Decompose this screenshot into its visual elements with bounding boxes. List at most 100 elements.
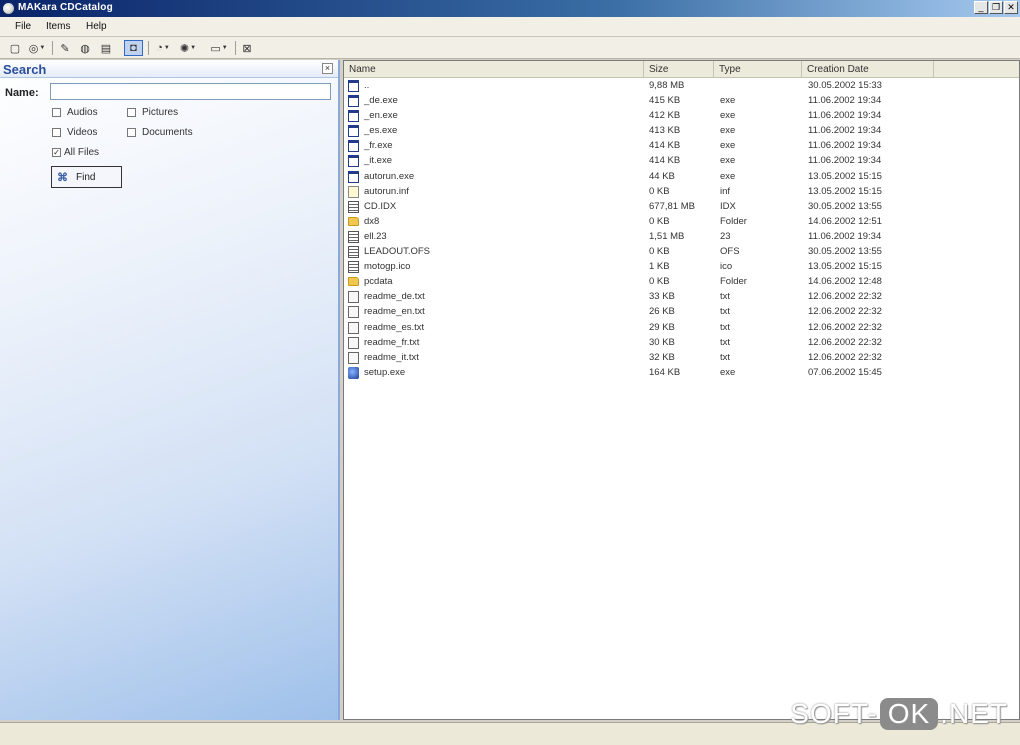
erase-icon[interactable]: ◍ — [78, 40, 92, 56]
name-search-input[interactable] — [50, 83, 331, 100]
file-rows: .. 9,88 MB 30.05.2002 15:33 _de.exe 415 KB ex… — [344, 78, 1019, 380]
cell-date: 12.06.2002 22:32 — [808, 306, 882, 318]
column-header-size[interactable]: Size — [644, 61, 714, 78]
table-row[interactable]: _en.exe 412 KB exe 11.06.2002 19:34 — [344, 108, 1019, 123]
minimize-button[interactable]: _ — [974, 1, 988, 14]
table-row[interactable]: dx8 0 KB Folder 14.06.2002 12:51 — [344, 214, 1019, 229]
table-row[interactable]: readme_fr.txt 30 KB txt 12.06.2002 22:32 — [344, 335, 1019, 350]
cell-type: exe — [720, 155, 736, 167]
new-catalog-icon[interactable]: ▢ — [8, 40, 22, 56]
cell-name: _de.exe — [364, 95, 398, 107]
exe-file-icon — [348, 140, 359, 153]
table-row[interactable]: ell.23 1,51 MB 23 11.06.2002 19:34 — [344, 229, 1019, 244]
cell-type: inf — [720, 185, 731, 197]
restore-button[interactable]: ❐ — [989, 1, 1003, 14]
table-row[interactable]: readme_de.txt 33 KB txt 12.06.2002 22:32 — [344, 289, 1019, 304]
inf-file-icon — [348, 185, 359, 198]
checkbox-all-files[interactable]: ✓ All Files — [52, 147, 99, 158]
column-header-name[interactable]: Name — [344, 61, 644, 78]
cell-size: 164 KB — [649, 366, 681, 378]
cell-size: 44 KB — [649, 170, 675, 182]
table-row[interactable]: _es.exe 413 KB exe 11.06.2002 19:34 — [344, 123, 1019, 138]
table-row[interactable]: _fr.exe 414 KB exe 11.06.2002 19:34 — [344, 138, 1019, 153]
cell-name: _fr.exe — [364, 140, 393, 152]
view-options-icon[interactable]: ◔ ▼ — [152, 40, 174, 56]
cell-type: exe — [720, 110, 736, 122]
watermark-left: SOFT- — [790, 698, 878, 729]
cell-size: 414 KB — [649, 140, 681, 152]
checkbox-documents-label: Documents — [142, 127, 193, 138]
cell-name: .. — [364, 80, 370, 91]
toolbar: ▢ ◎ ▼ ✎ ◍ ▤ ◘ ◔ ▼ ✺ ▼ ▭ ▼ ⊠ — [0, 37, 1020, 59]
checkbox-videos-label: Videos — [67, 127, 98, 138]
table-row[interactable]: .. 9,88 MB 30.05.2002 15:33 — [344, 78, 1019, 93]
cell-name: autorun.exe — [364, 170, 415, 182]
checkbox-videos[interactable]: Videos — [52, 127, 97, 138]
name-label: Name: — [5, 87, 39, 99]
close-search-pane-icon[interactable]: × — [322, 63, 333, 74]
close-button[interactable]: ✕ — [1004, 1, 1018, 14]
table-row[interactable]: readme_en.txt 26 KB txt 12.06.2002 22:32 — [344, 304, 1019, 319]
search-binoculars-icon[interactable]: ◘ — [124, 40, 143, 56]
menu-bar: File Items Help — [0, 17, 1020, 37]
table-row[interactable]: setup.exe 164 KB exe 07.06.2002 15:45 — [344, 365, 1019, 380]
watermark-right: .NET — [940, 698, 1008, 729]
table-row[interactable]: _de.exe 415 KB exe 11.06.2002 19:34 — [344, 93, 1019, 108]
doc-file-icon — [348, 336, 359, 349]
cell-type: exe — [720, 366, 736, 378]
cell-name: readme_fr.txt — [364, 336, 420, 348]
cell-size: 33 KB — [649, 291, 675, 303]
column-header-type[interactable]: Type — [714, 61, 802, 78]
img-file-icon — [348, 230, 359, 243]
menu-help[interactable]: Help — [86, 21, 107, 32]
table-row[interactable]: pcdata 0 KB Folder 14.06.2002 12:48 — [344, 274, 1019, 289]
close-tab-icon[interactable]: ⊠ — [240, 40, 254, 56]
table-row[interactable]: autorun.exe 44 KB exe 13.05.2002 15:15 — [344, 169, 1019, 184]
table-row[interactable]: autorun.inf 0 KB inf 13.05.2002 15:15 — [344, 184, 1019, 199]
cell-size: 677,81 MB — [649, 200, 695, 212]
exe-file-icon — [348, 170, 359, 183]
cell-size: 1,51 MB — [649, 230, 685, 242]
table-row[interactable]: readme_it.txt 32 KB txt 12.06.2002 22:32 — [344, 350, 1019, 365]
checkbox-pictures-box[interactable] — [127, 108, 136, 117]
checkbox-pictures-label: Pictures — [142, 107, 179, 118]
table-row[interactable]: motogp.ico 1 KB ico 13.05.2002 15:15 — [344, 259, 1019, 274]
cell-date: 11.06.2002 19:34 — [808, 230, 882, 242]
table-row[interactable]: readme_es.txt 29 KB txt 12.06.2002 22:32 — [344, 320, 1019, 335]
add-disc-icon[interactable]: ◎ ▼ — [26, 40, 48, 56]
properties-icon[interactable]: ▤ — [98, 40, 114, 56]
cell-date: 11.06.2002 19:34 — [808, 140, 882, 152]
edit-icon[interactable]: ✎ — [58, 40, 72, 56]
cell-date: 12.06.2002 22:32 — [808, 291, 882, 303]
doc-file-icon — [348, 351, 359, 364]
checkbox-all-files-box[interactable]: ✓ — [52, 148, 61, 157]
checkbox-audios-box[interactable] — [52, 108, 61, 117]
checkbox-all-files-label: All Files — [64, 147, 100, 158]
checkbox-pictures[interactable]: Pictures — [127, 107, 178, 118]
table-row[interactable]: CD.IDX 677,81 MB IDX 30.05.2002 13:55 — [344, 199, 1019, 214]
column-header-creation-date[interactable]: Creation Date — [802, 61, 934, 78]
cell-type: exe — [720, 140, 736, 152]
color-icon[interactable]: ✺ ▼ — [177, 40, 199, 56]
cell-name: pcdata — [364, 276, 393, 288]
cell-date: 13.05.2002 15:15 — [808, 185, 882, 197]
find-button[interactable]: ⌘ Find — [51, 166, 122, 188]
cell-type: exe — [720, 170, 736, 182]
table-row[interactable]: _it.exe 414 KB exe 11.06.2002 19:34 — [344, 153, 1019, 168]
checkbox-documents[interactable]: Documents — [127, 127, 193, 138]
layout-icon[interactable]: ▭ ▼ — [207, 40, 231, 56]
checkbox-videos-box[interactable] — [52, 128, 61, 137]
menu-items[interactable]: Items — [46, 21, 70, 32]
cell-date: 30.05.2002 13:55 — [808, 246, 882, 258]
checkbox-audios[interactable]: Audios — [52, 107, 98, 118]
cell-date: 12.06.2002 22:32 — [808, 336, 882, 348]
exe-file-icon — [348, 125, 359, 138]
checkbox-documents-box[interactable] — [127, 128, 136, 137]
table-row[interactable]: LEADOUT.OFS 0 KB OFS 30.05.2002 13:55 — [344, 244, 1019, 259]
cell-type: Folder — [720, 276, 747, 288]
cell-date: 13.05.2002 15:15 — [808, 170, 882, 182]
exe-file-icon — [348, 155, 359, 168]
menu-file[interactable]: File — [15, 21, 31, 32]
binoculars-icon: ⌘ — [57, 171, 68, 184]
cell-type: txt — [720, 291, 731, 303]
